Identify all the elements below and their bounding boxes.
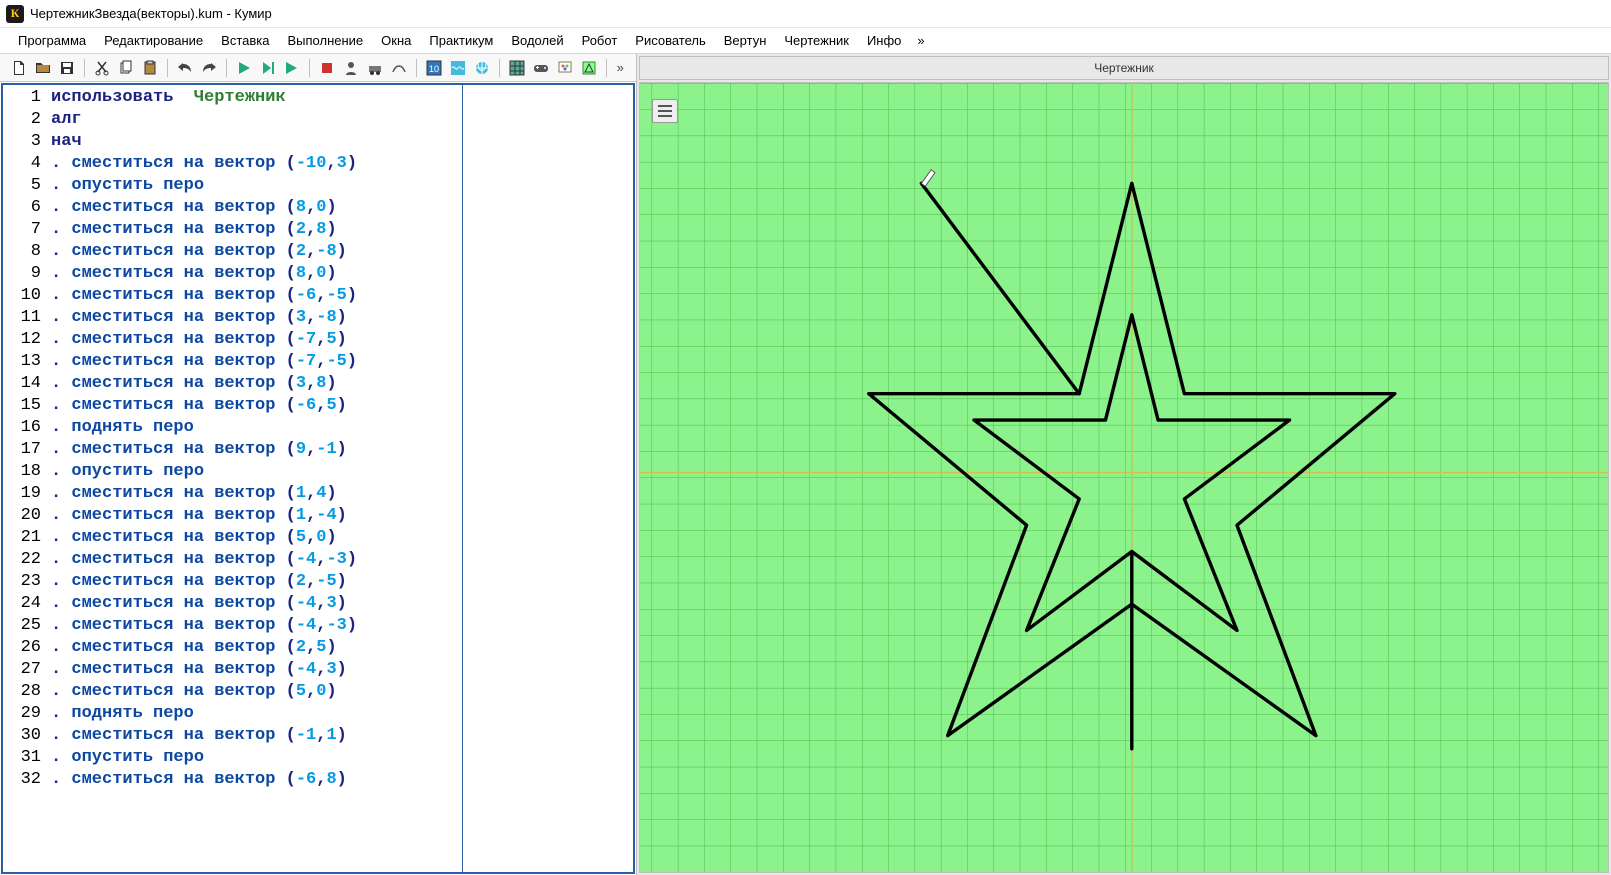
toolbar: 10 » xyxy=(0,54,636,82)
run-icon[interactable] xyxy=(233,57,255,79)
run-fast-icon[interactable] xyxy=(281,57,303,79)
menu-рисователь[interactable]: Рисователь xyxy=(627,30,713,51)
stop-icon[interactable] xyxy=(316,57,338,79)
redo-icon[interactable] xyxy=(198,57,220,79)
menu-выполнение[interactable]: Выполнение xyxy=(279,30,371,51)
menu-инфо[interactable]: Инфо xyxy=(859,30,909,51)
left-pane: 10 » 12345678910111213141516171819202122… xyxy=(0,54,637,875)
svg-text:10: 10 xyxy=(429,64,439,74)
margin-column xyxy=(463,85,633,872)
menu-bar: ПрограммаРедактированиеВставкаВыполнение… xyxy=(0,28,1611,54)
code-area[interactable]: использовать Чертежникалгнач. сместиться… xyxy=(47,85,463,872)
undo-icon[interactable] xyxy=(174,57,196,79)
open-file-icon[interactable] xyxy=(32,57,54,79)
paste-icon[interactable] xyxy=(139,57,161,79)
menu-вертун[interactable]: Вертун xyxy=(716,30,775,51)
canvas-menu-button[interactable] xyxy=(652,99,678,123)
new-file-icon[interactable] xyxy=(8,57,30,79)
window-title: ЧертежникЗвезда(векторы).kum - Кумир xyxy=(30,6,272,21)
drawing-canvas[interactable] xyxy=(639,82,1609,873)
wave-icon[interactable] xyxy=(447,57,469,79)
menu-окна[interactable]: Окна xyxy=(373,30,419,51)
actor-2-icon[interactable] xyxy=(364,57,386,79)
code-editor[interactable]: 1234567891011121314151617181920212223242… xyxy=(1,83,635,874)
actor-1-icon[interactable] xyxy=(340,57,362,79)
menu-практикум[interactable]: Практикум xyxy=(421,30,501,51)
save-file-icon[interactable] xyxy=(56,57,78,79)
menu-робот[interactable]: Робот xyxy=(574,30,626,51)
menu-вставка[interactable]: Вставка xyxy=(213,30,277,51)
app-icon: К xyxy=(6,5,24,23)
right-pane: Чертежник xyxy=(637,54,1611,875)
copy-icon[interactable] xyxy=(115,57,137,79)
title-bar: К ЧертежникЗвезда(векторы).kum - Кумир xyxy=(0,0,1611,28)
grid-svg xyxy=(640,83,1608,872)
actor-3-icon[interactable] xyxy=(388,57,410,79)
toolbar-overflow[interactable]: » xyxy=(613,60,628,75)
draw-icon[interactable] xyxy=(578,57,600,79)
menu-программа[interactable]: Программа xyxy=(10,30,94,51)
menu-»[interactable]: » xyxy=(911,30,930,51)
menu-водолей[interactable]: Водолей xyxy=(503,30,571,51)
globe-icon[interactable] xyxy=(471,57,493,79)
menu-редактирование[interactable]: Редактирование xyxy=(96,30,211,51)
grid-1-icon[interactable]: 10 xyxy=(423,57,445,79)
grid-robot-icon[interactable] xyxy=(506,57,528,79)
game-icon[interactable] xyxy=(530,57,552,79)
line-gutter: 1234567891011121314151617181920212223242… xyxy=(3,85,47,872)
canvas-title: Чертежник xyxy=(639,56,1609,80)
main-split: 10 » 12345678910111213141516171819202122… xyxy=(0,54,1611,875)
run-step-icon[interactable] xyxy=(257,57,279,79)
cut-icon[interactable] xyxy=(91,57,113,79)
menu-чертежник[interactable]: Чертежник xyxy=(776,30,857,51)
paint-icon[interactable] xyxy=(554,57,576,79)
